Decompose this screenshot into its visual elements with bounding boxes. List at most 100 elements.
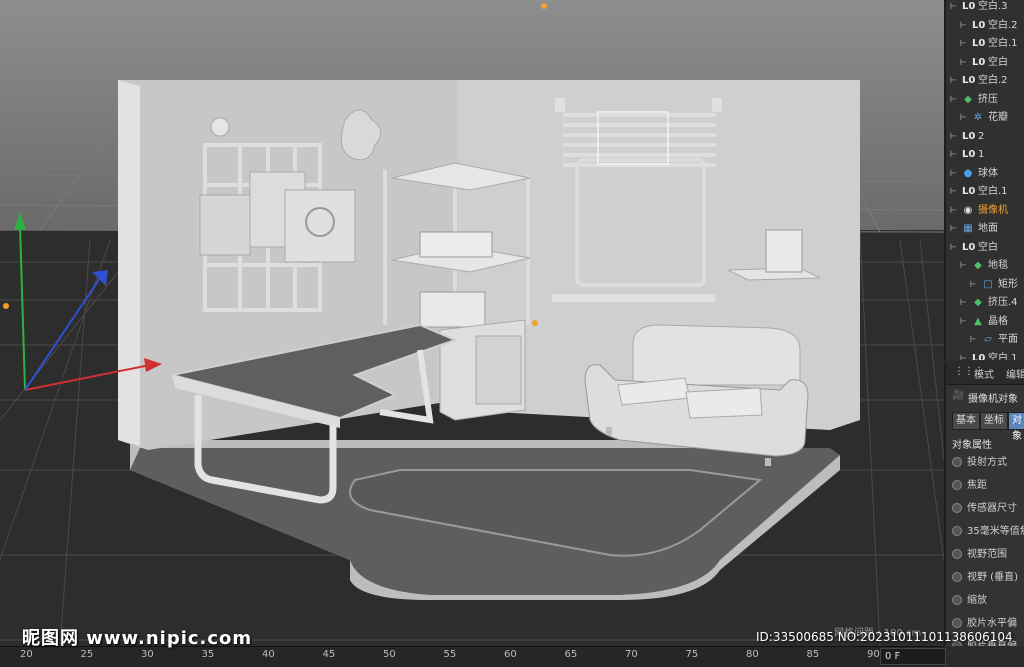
attr-label: 缩放: [967, 595, 987, 606]
tree-branch-icon[interactable]: ⊢: [950, 0, 956, 16]
attr-row[interactable]: 视野 (垂直): [952, 569, 1024, 587]
object-row[interactable]: ⊢ L0 空白.2: [946, 72, 1024, 90]
object-name: 花瓣: [988, 112, 1008, 123]
tree-branch-icon[interactable]: ⊢: [950, 183, 956, 201]
tree-branch-icon[interactable]: ⊢: [950, 91, 956, 109]
animate-toggle-icon[interactable]: [952, 618, 962, 628]
tab-object[interactable]: 对象: [1008, 412, 1024, 442]
object-name: 空白: [988, 56, 1008, 68]
attr-row[interactable]: 35毫米等值焦: [952, 523, 1024, 541]
object-pivot-point: [532, 320, 538, 326]
tree-branch-icon[interactable]: ⊢: [960, 350, 966, 361]
extrude-icon: ◆: [964, 93, 972, 105]
object-name: 挤压.4: [988, 297, 1018, 308]
wall-card-1: [199, 194, 251, 256]
tree-branch-icon[interactable]: ⊢: [960, 294, 966, 312]
tree-branch-icon[interactable]: ⊢: [960, 17, 966, 35]
object-row[interactable]: ⊢ L0 空白.2: [946, 17, 1024, 35]
attr-row[interactable]: 视野范围: [952, 546, 1024, 564]
tab-basic[interactable]: 基本: [952, 412, 980, 430]
animate-toggle-icon[interactable]: [952, 480, 962, 490]
object-name: 空白.1: [988, 352, 1018, 361]
object-row[interactable]: ⊢ ◆ 挤压.4: [946, 294, 1024, 312]
object-name: 平面: [998, 334, 1018, 345]
object-row[interactable]: ⊢ ✲ 花瓣: [946, 109, 1024, 127]
timeline-tick: 60: [504, 649, 517, 660]
tree-branch-icon[interactable]: ⊢: [960, 313, 966, 331]
attr-row[interactable]: 传感器尺寸: [952, 500, 1024, 518]
object-row[interactable]: ⊢ L0 1: [946, 146, 1024, 164]
tree-branch-icon[interactable]: ⊢: [960, 257, 966, 275]
object-row[interactable]: ⊢ L0 2: [946, 128, 1024, 146]
tree-branch-icon[interactable]: ⊢: [950, 165, 956, 183]
tree-branch-icon[interactable]: ⊢: [970, 276, 976, 294]
attr-row[interactable]: 焦距: [952, 477, 1024, 495]
timeline-tick: 55: [443, 649, 457, 660]
object-row[interactable]: ⊢ L0 空白: [946, 54, 1024, 72]
attr-row[interactable]: 投射方式: [952, 454, 1024, 472]
tree-branch-icon[interactable]: ⊢: [950, 220, 956, 238]
animate-toggle-icon[interactable]: [952, 457, 962, 467]
animate-toggle-icon[interactable]: [952, 526, 962, 536]
object-row[interactable]: ⊢ ◆ 地毯: [946, 257, 1024, 275]
tree-branch-icon[interactable]: ⊢: [950, 202, 956, 220]
tree-branch-icon[interactable]: ⊢: [950, 128, 956, 146]
object-row[interactable]: ⊢ □ 矩形: [946, 276, 1024, 294]
tree-branch-icon[interactable]: ⊢: [970, 331, 976, 349]
tab-coord[interactable]: 坐标: [980, 412, 1008, 430]
object-row[interactable]: ⊢ ▦ 地面: [946, 220, 1024, 238]
object-name: 地面: [978, 223, 998, 234]
viewport-canvas[interactable]: [0, 0, 944, 646]
camera-focus-point: [541, 3, 547, 9]
current-frame-field[interactable]: 0 F: [880, 648, 946, 665]
timeline-tick: 70: [625, 649, 638, 660]
timeline-tick: 30: [141, 649, 154, 660]
object-row[interactable]: ⊢ L0 空白.1: [946, 35, 1024, 53]
object-name: 球体: [978, 167, 998, 179]
object-row[interactable]: ⊢ L0 空白.1: [946, 183, 1024, 201]
tree-branch-icon[interactable]: ⊢: [950, 72, 956, 90]
tree-branch-icon[interactable]: ⊢: [960, 54, 966, 72]
attr-menu-mode[interactable]: 模式: [974, 366, 994, 381]
timeline-tick: 25: [80, 649, 94, 660]
camera-icon: ◉: [963, 204, 973, 216]
tree-branch-icon[interactable]: ⊢: [960, 109, 966, 127]
object-row[interactable]: ⊢ ◉ 摄像机: [946, 202, 1024, 220]
object-row[interactable]: ⊢ L0 空白.3: [946, 0, 1024, 16]
object-row[interactable]: ⊢ L0 空白: [946, 239, 1024, 257]
wall-sphere: [210, 117, 230, 137]
animate-toggle-icon[interactable]: [952, 503, 962, 513]
animate-toggle-icon[interactable]: [952, 572, 962, 582]
object-row[interactable]: ⊢ ▲ 晶格: [946, 313, 1024, 331]
extrude-icon: ◆: [974, 260, 982, 271]
wall-card-3: [284, 189, 356, 263]
attr-label: 胶片水平偏: [967, 618, 1017, 629]
left-wall-edge: [118, 80, 140, 446]
lattice-icon: ▲: [974, 315, 982, 327]
timeline-tick: 80: [746, 649, 759, 660]
attr-menu-edit[interactable]: 编辑: [1006, 366, 1024, 381]
3d-viewport[interactable]: 网格间距 : 100 cm: [0, 0, 944, 646]
object-row[interactable]: ⊢ ◆ 挤压: [946, 91, 1024, 109]
tree-branch-icon[interactable]: ⊢: [950, 239, 956, 257]
object-row[interactable]: ⊢ L0 空白.1: [946, 350, 1024, 361]
object-row[interactable]: ⊢ ▱ 平面: [946, 331, 1024, 349]
animate-toggle-icon[interactable]: [952, 549, 962, 559]
animate-toggle-icon[interactable]: [952, 595, 962, 605]
extrude-icon: ◆: [974, 297, 982, 308]
floor-icon: ▦: [963, 223, 973, 234]
timeline-tick: 75: [685, 649, 699, 660]
tree-branch-icon[interactable]: ⊢: [960, 35, 966, 53]
null-icon: L0: [972, 56, 986, 68]
attr-label: 视野 (垂直): [967, 572, 1018, 583]
null-icon: L0: [962, 1, 976, 12]
attr-label: 投射方式: [967, 457, 1007, 468]
object-name: 1: [978, 149, 985, 160]
attr-label: 35毫米等值焦: [967, 526, 1024, 537]
attr-row[interactable]: 缩放: [952, 592, 1024, 610]
tree-branch-icon[interactable]: ⊢: [950, 146, 956, 164]
object-manager[interactable]: ⊢ L0 空白.3 ⊢ L0 空白.2 ⊢ L0 空白.1 ⊢ L0 空白 ⊢ L0 空白.2 ⊢ ◆ 挤压 ⊢ ✲ 花…: [944, 0, 1024, 360]
object-row[interactable]: ⊢ ● 球体: [946, 165, 1024, 183]
object-name: 晶格: [988, 315, 1008, 327]
attribute-manager[interactable]: ⋮⋮⋮ 模式 编辑 🎥 摄像机对象 基本 坐标 对象 对象属性 投射方式 焦距 传感…: [944, 362, 1024, 646]
